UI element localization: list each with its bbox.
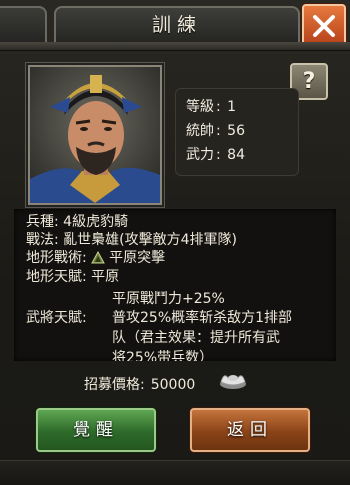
tactic-row: 戰法: 亂世梟雄(攻擊敵方4排軍隊) — [26, 232, 238, 248]
stat-value: 1 — [227, 99, 237, 115]
tab-previous[interactable] — [0, 6, 47, 44]
terrain-icon — [91, 251, 106, 264]
header-strip — [0, 42, 350, 51]
tactic-value: 亂世梟雄(攻擊敵方4排軍隊) — [63, 232, 238, 248]
recruit-cost-label: 招募價格 — [84, 377, 140, 393]
general-talent-label: 武將天賦 — [26, 310, 82, 326]
troop-value: 4級虎豹騎 — [63, 214, 129, 230]
stat-value: 56 — [227, 123, 245, 139]
help-icon: ? — [302, 69, 316, 94]
terrain-tactic-label: 地形戰術 — [26, 250, 82, 266]
troop-label: 兵種 — [26, 214, 54, 230]
terrain-talent-label: 地形天賦 — [26, 269, 82, 285]
talent-line: 队（君主效果：提升所有武 — [112, 330, 280, 346]
terrain-talent-row: 地形天賦: 平原 — [26, 269, 120, 285]
general-talent-label-row: 武將天賦: — [26, 310, 87, 326]
return-button[interactable]: 返回 — [190, 408, 310, 452]
stat-level: 等級: 1 — [186, 95, 288, 119]
awaken-button[interactable]: 覺醒 — [36, 408, 156, 452]
terrain-tactic-row: 地形戰術: 平原突擊 — [26, 250, 166, 266]
silver-ingot-icon — [220, 375, 246, 389]
close-icon — [313, 15, 335, 37]
stats-panel: 等級: 1 統帥: 56 武力: 84 — [175, 88, 299, 176]
stat-label: 等級 — [186, 99, 214, 115]
terrain-tactic-value: 平原突擊 — [109, 250, 166, 266]
recruit-cost-value: 50000 — [150, 377, 196, 393]
stat-label: 武力 — [186, 147, 214, 163]
stat-command: 統帥: 56 — [186, 119, 288, 143]
stat-strength: 武力: 84 — [186, 143, 288, 167]
stat-value: 84 — [227, 147, 245, 163]
bottom-bar — [0, 460, 350, 485]
general-info-panel: 兵種: 4級虎豹騎 戰法: 亂世梟雄(攻擊敵方4排軍隊) 地形戰術: 平原突擊 … — [14, 209, 336, 361]
troop-row: 兵種: 4級虎豹騎 — [26, 214, 129, 230]
talent-line: 将25%带兵数） — [112, 350, 214, 361]
tactic-label: 戰法 — [26, 232, 54, 248]
stat-label: 統帥 — [186, 123, 214, 139]
recruit-cost: 招募價格: 50000 — [84, 377, 196, 393]
terrain-talent-value: 平原 — [91, 269, 120, 285]
talent-line: 平原戰鬥力+25% — [112, 291, 225, 307]
tab-title: 訓練 — [54, 6, 300, 44]
general-portrait — [28, 65, 162, 205]
talent-line: 普攻25%概率斩杀敌方1排部 — [112, 310, 293, 326]
